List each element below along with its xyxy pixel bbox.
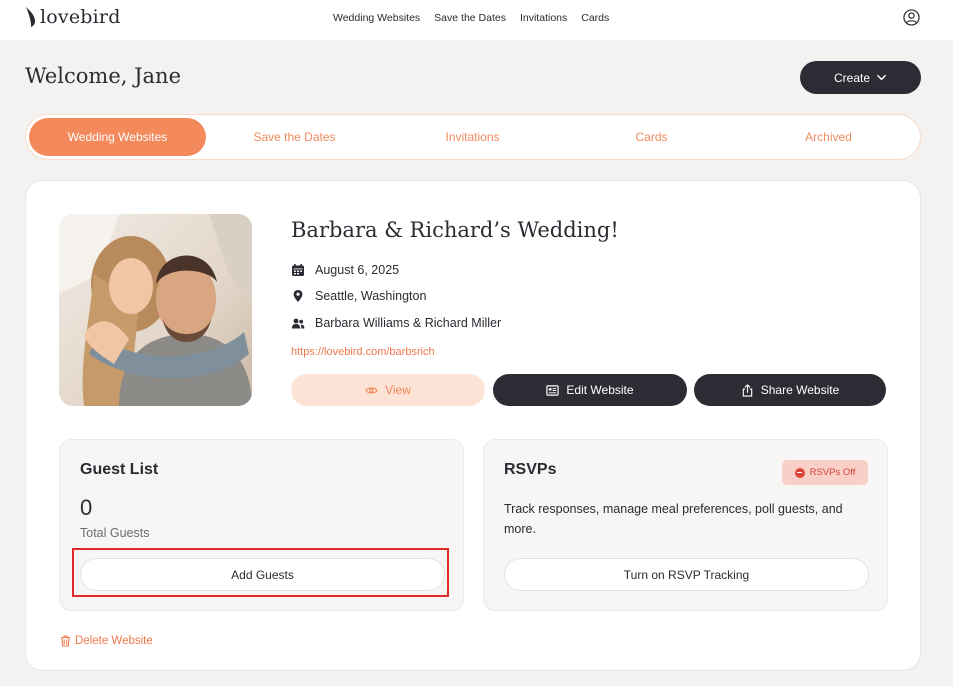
website-edit-icon xyxy=(546,384,560,396)
map-pin-icon xyxy=(293,290,303,302)
top-navbar: lovebird Wedding Websites Save the Dates… xyxy=(0,0,953,40)
guest-list-title: Guest List xyxy=(80,461,159,478)
website-url-link[interactable]: https://lovebird.com/barbsrich xyxy=(291,346,435,358)
create-button[interactable]: Create xyxy=(800,61,921,94)
tab-save-the-dates[interactable]: Save the Dates xyxy=(206,118,383,156)
add-guests-highlight xyxy=(72,548,449,597)
view-website-button[interactable]: View xyxy=(291,374,485,406)
rsvp-status-text: RSVPs Off xyxy=(809,467,856,478)
rsvp-description: Track responses, manage meal preferences… xyxy=(504,502,843,536)
category-tabs: Wedding Websites Save the Dates Invitati… xyxy=(25,114,921,160)
delete-website-label: Delete Website xyxy=(75,635,153,647)
eye-icon xyxy=(365,387,378,393)
tab-invitations[interactable]: Invitations xyxy=(384,118,561,156)
feather-logo-icon xyxy=(26,7,36,27)
wedding-couple-row: Barbara Williams & Richard Miller xyxy=(291,316,501,330)
logo[interactable]: lovebird xyxy=(24,6,121,28)
wedding-date: August 6, 2025 xyxy=(315,263,400,277)
total-guests-count: 0 xyxy=(80,495,93,520)
view-label: View xyxy=(385,383,411,397)
couple-photo xyxy=(59,214,252,406)
wedding-date-row: August 6, 2025 xyxy=(291,263,399,277)
wedding-website-card: Barbara & Richard’s Wedding! August 6, 2… xyxy=(25,180,921,671)
rsvps-panel: RSVPs RSVPs Off Track responses, manage … xyxy=(483,439,888,611)
nav-link-cards[interactable]: Cards xyxy=(581,12,609,24)
share-website-label: Share Website xyxy=(760,383,840,397)
primary-nav: Wedding Websites Save the Dates Invitati… xyxy=(333,12,609,24)
nav-link-wedding-websites[interactable]: Wedding Websites xyxy=(333,12,420,24)
wedding-title: Barbara & Richard’s Wedding! xyxy=(291,218,619,242)
tab-wedding-websites[interactable]: Wedding Websites xyxy=(29,118,206,156)
create-button-label: Create xyxy=(833,70,871,85)
share-website-button[interactable]: Share Website xyxy=(694,374,886,406)
rsvp-status-badge: RSVPs Off xyxy=(782,460,868,485)
user-circle-icon[interactable] xyxy=(903,9,920,26)
logo-text: lovebird xyxy=(40,6,121,28)
tab-cards[interactable]: Cards xyxy=(563,118,740,156)
delete-website-link[interactable]: Delete Website xyxy=(60,635,153,647)
calendar-icon xyxy=(292,264,304,276)
edit-website-button[interactable]: Edit Website xyxy=(493,374,687,406)
nav-link-invitations[interactable]: Invitations xyxy=(520,12,567,24)
couple-names: Barbara Williams & Richard Miller xyxy=(315,316,502,330)
edit-website-label: Edit Website xyxy=(566,383,634,397)
turn-on-rsvp-button[interactable]: Turn on RSVP Tracking xyxy=(504,558,869,591)
wedding-location: Seattle, Washington xyxy=(315,289,427,303)
tab-archived[interactable]: Archived xyxy=(740,118,917,156)
chevron-down-icon xyxy=(877,74,886,81)
page-title: Welcome, Jane xyxy=(25,64,182,88)
rsvps-title: RSVPs xyxy=(504,461,557,478)
trash-icon xyxy=(61,635,70,647)
wedding-location-row: Seattle, Washington xyxy=(291,289,426,303)
total-guests-label: Total Guests xyxy=(80,526,150,540)
minus-circle-icon xyxy=(794,467,805,478)
share-icon xyxy=(742,383,752,397)
nav-link-save-the-dates[interactable]: Save the Dates xyxy=(434,12,506,24)
users-icon xyxy=(291,318,305,329)
